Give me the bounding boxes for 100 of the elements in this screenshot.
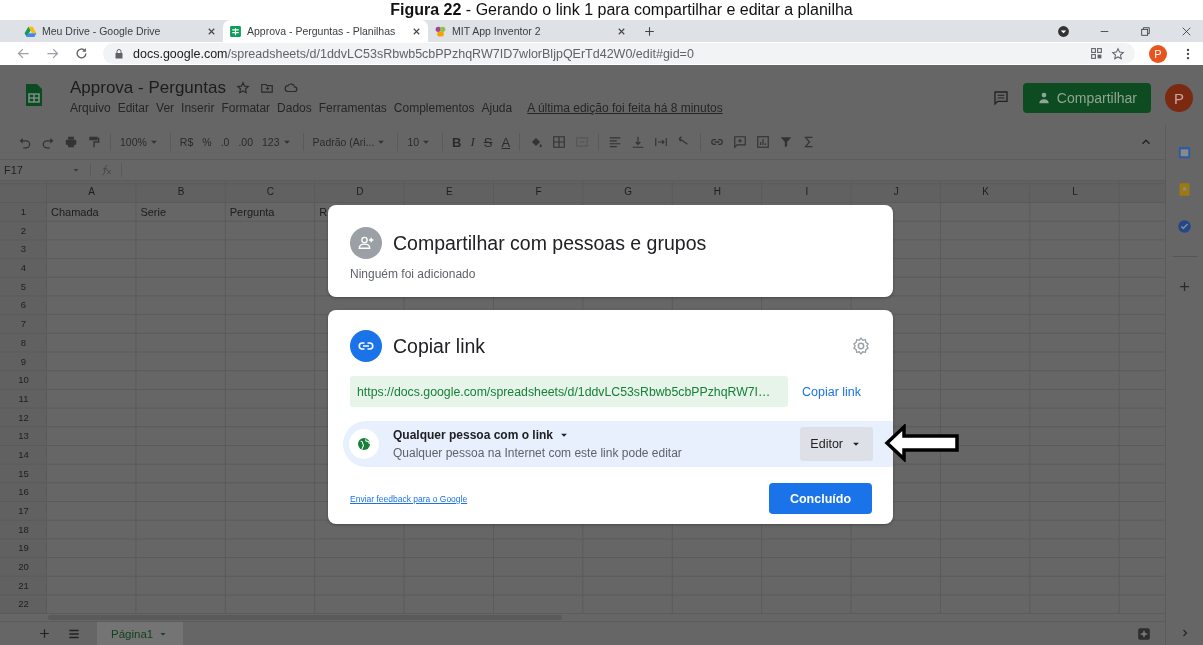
comment-icon[interactable]: [733, 135, 748, 149]
align-icon[interactable]: [608, 135, 623, 149]
menu-item[interactable]: Editar: [117, 101, 150, 115]
menu-item[interactable]: Ver: [156, 101, 175, 115]
decrease-decimals-button[interactable]: .0: [220, 136, 230, 148]
back-icon[interactable]: [16, 46, 31, 61]
paint-roller-icon[interactable]: [87, 135, 101, 149]
font-select[interactable]: Padrão (Ari...: [312, 135, 389, 149]
bold-button[interactable]: B: [452, 134, 462, 150]
new-tab-icon[interactable]: [643, 24, 656, 38]
row-number[interactable]: 17: [0, 502, 47, 521]
row-number[interactable]: 21: [0, 576, 47, 596]
tasks-icon[interactable]: [1177, 219, 1192, 234]
row-number[interactable]: 13: [0, 427, 47, 446]
fill-color-icon[interactable]: [529, 135, 544, 149]
column-header[interactable]: L: [1030, 181, 1120, 203]
qr-code-icon[interactable]: [1090, 47, 1103, 60]
table-cell-text: Serie: [139, 205, 168, 220]
browser-tab[interactable]: MIT App Inventor 2: [428, 20, 633, 42]
column-header[interactable]: F: [493, 181, 584, 203]
wrap-icon[interactable]: [654, 135, 669, 149]
menu-item[interactable]: Formatar: [221, 101, 271, 115]
chart-icon[interactable]: [756, 135, 771, 149]
column-header[interactable]: B: [136, 181, 226, 203]
profile-dropdown-icon[interactable]: [1057, 24, 1070, 38]
column-header[interactable]: D: [315, 181, 405, 203]
sharing-status: Ninguém foi adicionado: [350, 267, 477, 281]
row-number[interactable]: 19: [0, 539, 47, 559]
row-number[interactable]: 18: [0, 520, 47, 540]
row-number[interactable]: 11: [0, 389, 47, 409]
document-title[interactable]: Approva - Perguntas: [70, 78, 226, 98]
font-size-select[interactable]: 10: [407, 135, 434, 149]
filter-icon[interactable]: [779, 135, 794, 149]
keep-icon[interactable]: [1177, 182, 1192, 197]
currency-button[interactable]: R$: [179, 136, 194, 148]
row-number[interactable]: 20: [0, 558, 47, 577]
row-number[interactable]: 14: [0, 445, 47, 465]
redo-icon[interactable]: [41, 135, 55, 149]
strikethrough-button[interactable]: S: [483, 134, 493, 150]
browser-tab[interactable]: Meu Drive - Google Drive: [18, 20, 223, 42]
cloud-icon[interactable]: [283, 81, 298, 95]
number-format-select[interactable]: 123: [262, 135, 294, 149]
address-bar[interactable]: docs.google.com/spreadsheets/d/1ddvLC53sRbwb5cbPPzhqRW7ID7wlorBljpQErTd42W0/edit#gid=0: [103, 43, 1135, 64]
person-add-icon: [357, 234, 375, 252]
row-number[interactable]: 4: [0, 259, 47, 278]
row-number[interactable]: 22: [0, 595, 47, 614]
sheet-tab[interactable]: Página1: [97, 622, 184, 645]
dialog-title: Compartilhar com pessoas e grupos: [393, 231, 707, 255]
row-number[interactable]: 5: [0, 277, 47, 297]
row-number[interactable]: 10: [0, 371, 47, 390]
last-edit-link[interactable]: A última edição foi feita há 8 minutos: [527, 101, 723, 115]
settings-icon[interactable]: [851, 336, 871, 356]
browser-tab[interactable]: Approva - Perguntas - Planilhas: [223, 20, 428, 42]
menu-item[interactable]: Ajuda: [481, 101, 513, 115]
vertical-align-icon[interactable]: [631, 135, 646, 149]
column-header[interactable]: C: [225, 181, 316, 203]
borders-icon[interactable]: [552, 135, 567, 149]
row-number[interactable]: 16: [0, 483, 47, 502]
column-header[interactable]: G: [583, 181, 673, 203]
menu-item[interactable]: Dados: [277, 101, 312, 115]
row-number[interactable]: 1: [0, 203, 47, 222]
copy-link-button[interactable]: Copiar link: [802, 384, 862, 399]
plus-icon[interactable]: [1177, 279, 1192, 294]
comment-icon[interactable]: [992, 90, 1009, 106]
column-header[interactable]: A: [47, 181, 137, 203]
restore-icon[interactable]: [1139, 24, 1152, 38]
percent-button[interactable]: %: [202, 136, 212, 148]
link-url-field[interactable]: https://docs.google.com/spreadsheets/d/1ddvLC53sRbwb5cbPPzhqRW7I…: [350, 376, 788, 407]
folder-icon[interactable]: [259, 81, 274, 95]
menu-item[interactable]: Inserir: [181, 101, 215, 115]
table-cell-text: Pergunta: [228, 205, 276, 220]
undo-icon[interactable]: [18, 135, 32, 149]
column-header[interactable]: J: [851, 181, 941, 203]
access-scope-dropdown[interactable]: Qualquer pessoa com o link: [393, 428, 682, 442]
cell-reference[interactable]: F17: [4, 164, 62, 176]
star-icon[interactable]: [1111, 46, 1125, 61]
row-number[interactable]: 12: [0, 408, 47, 428]
explore-icon[interactable]: [1137, 626, 1151, 641]
profile-avatar[interactable]: P: [1149, 44, 1167, 63]
row-number[interactable]: 9: [0, 352, 47, 372]
role-dropdown[interactable]: Editor: [800, 427, 873, 461]
text-color-button[interactable]: A: [501, 134, 511, 150]
feedback-link[interactable]: Enviar feedback para o Google: [350, 493, 468, 504]
column-header[interactable]: E: [404, 181, 494, 203]
menu-item[interactable]: Arquivo: [70, 101, 111, 115]
column-header[interactable]: H: [672, 181, 763, 203]
account-avatar[interactable]: P: [1165, 84, 1193, 112]
add-sheet-icon[interactable]: [38, 627, 51, 640]
column-header[interactable]: K: [940, 181, 1031, 203]
print-icon[interactable]: [64, 135, 78, 149]
italic-button[interactable]: I: [470, 134, 475, 150]
done-button[interactable]: Concluído: [769, 483, 872, 514]
menu-item[interactable]: Complementos: [393, 101, 475, 115]
reload-icon[interactable]: [74, 46, 89, 61]
star-icon[interactable]: [235, 81, 250, 95]
row-number[interactable]: 15: [0, 464, 47, 484]
forward-icon[interactable]: [45, 46, 60, 61]
menu-item[interactable]: Ferramentas: [318, 101, 387, 115]
calendar-icon[interactable]: [1177, 145, 1192, 160]
share-button[interactable]: Compartilhar: [1022, 83, 1151, 113]
